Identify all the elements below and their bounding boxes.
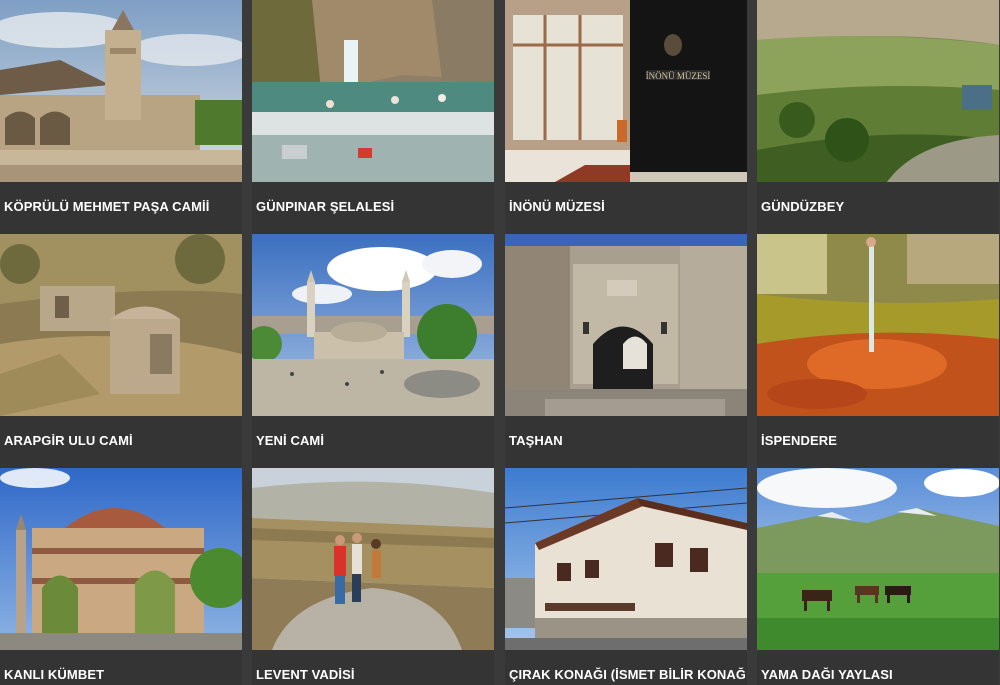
places-grid: KÖPRÜLÜ MEHMET PAŞA CAMİİ GÜNPINAR ŞELAL… xyxy=(0,0,1000,685)
place-card[interactable]: YENİ CAMİ xyxy=(252,234,494,468)
place-card[interactable]: GÜNPINAR ŞELALESİ xyxy=(252,0,494,234)
place-photo[interactable] xyxy=(0,234,242,416)
place-photo[interactable] xyxy=(252,0,494,182)
stone-han-gate-photo xyxy=(505,234,747,416)
ottoman-mansion-photo xyxy=(505,468,747,650)
place-title[interactable]: TAŞHAN xyxy=(509,424,745,456)
place-title[interactable]: KANLI KÜMBET xyxy=(4,658,240,685)
place-card[interactable]: ARAPGİR ULU CAMİ xyxy=(0,234,242,468)
place-card[interactable]: LEVENT VADİSİ xyxy=(252,468,494,685)
place-card[interactable]: KÖPRÜLÜ MEHMET PAŞA CAMİİ xyxy=(0,0,242,234)
place-photo[interactable] xyxy=(252,234,494,416)
place-title[interactable]: YAMA DAĞI YAYLASI xyxy=(761,658,997,685)
place-photo[interactable] xyxy=(757,234,999,416)
place-card[interactable]: İSPENDERE xyxy=(757,234,999,468)
svg-text:İNÖNÜ MÜZESİ: İNÖNÜ MÜZESİ xyxy=(646,71,711,81)
place-title[interactable]: YENİ CAMİ xyxy=(256,424,492,456)
place-photo[interactable]: İNÖNÜ MÜZESİ xyxy=(505,0,747,182)
place-photo[interactable] xyxy=(252,468,494,650)
place-title[interactable]: ARAPGİR ULU CAMİ xyxy=(4,424,240,456)
domed-tomb-photo xyxy=(0,468,242,650)
place-photo[interactable] xyxy=(0,0,242,182)
place-title[interactable]: İNÖNÜ MÜZESİ xyxy=(509,190,745,222)
mineral-spring-photo xyxy=(757,234,999,416)
place-title[interactable]: GÜNDÜZBEY xyxy=(761,190,997,222)
place-card[interactable]: YAMA DAĞI YAYLASI xyxy=(757,468,999,685)
place-photo[interactable] xyxy=(505,234,747,416)
place-title[interactable]: LEVENT VADİSİ xyxy=(256,658,492,685)
place-title[interactable]: ÇIRAK KONAĞI (İSMET BİLİR KONAĞI) xyxy=(509,658,745,685)
place-card[interactable]: GÜNDÜZBEY xyxy=(757,0,999,234)
place-card[interactable]: İNÖNÜ MÜZESİ İNÖNÜ MÜZESİ xyxy=(505,0,747,234)
place-title[interactable]: GÜNPINAR ŞELALESİ xyxy=(256,190,492,222)
green-valley-aerial-photo xyxy=(757,0,999,182)
museum-entrance-photo: İNÖNÜ MÜZESİ xyxy=(505,0,747,182)
place-card[interactable]: ÇIRAK KONAĞI (İSMET BİLİR KONAĞI) xyxy=(505,468,747,685)
canyon-hikers-photo xyxy=(252,468,494,650)
mosque-square-photo xyxy=(252,234,494,416)
stone-ruins-photo xyxy=(0,234,242,416)
place-photo[interactable] xyxy=(757,468,999,650)
plateau-horses-photo xyxy=(757,468,999,650)
place-title[interactable]: İSPENDERE xyxy=(761,424,997,456)
place-photo[interactable] xyxy=(505,468,747,650)
mosque-minaret-photo xyxy=(0,0,242,182)
waterfall-photo xyxy=(252,0,494,182)
place-card[interactable]: KANLI KÜMBET xyxy=(0,468,242,685)
place-photo[interactable] xyxy=(0,468,242,650)
place-card[interactable]: TAŞHAN xyxy=(505,234,747,468)
place-photo[interactable] xyxy=(757,0,999,182)
place-title[interactable]: KÖPRÜLÜ MEHMET PAŞA CAMİİ xyxy=(4,190,240,222)
